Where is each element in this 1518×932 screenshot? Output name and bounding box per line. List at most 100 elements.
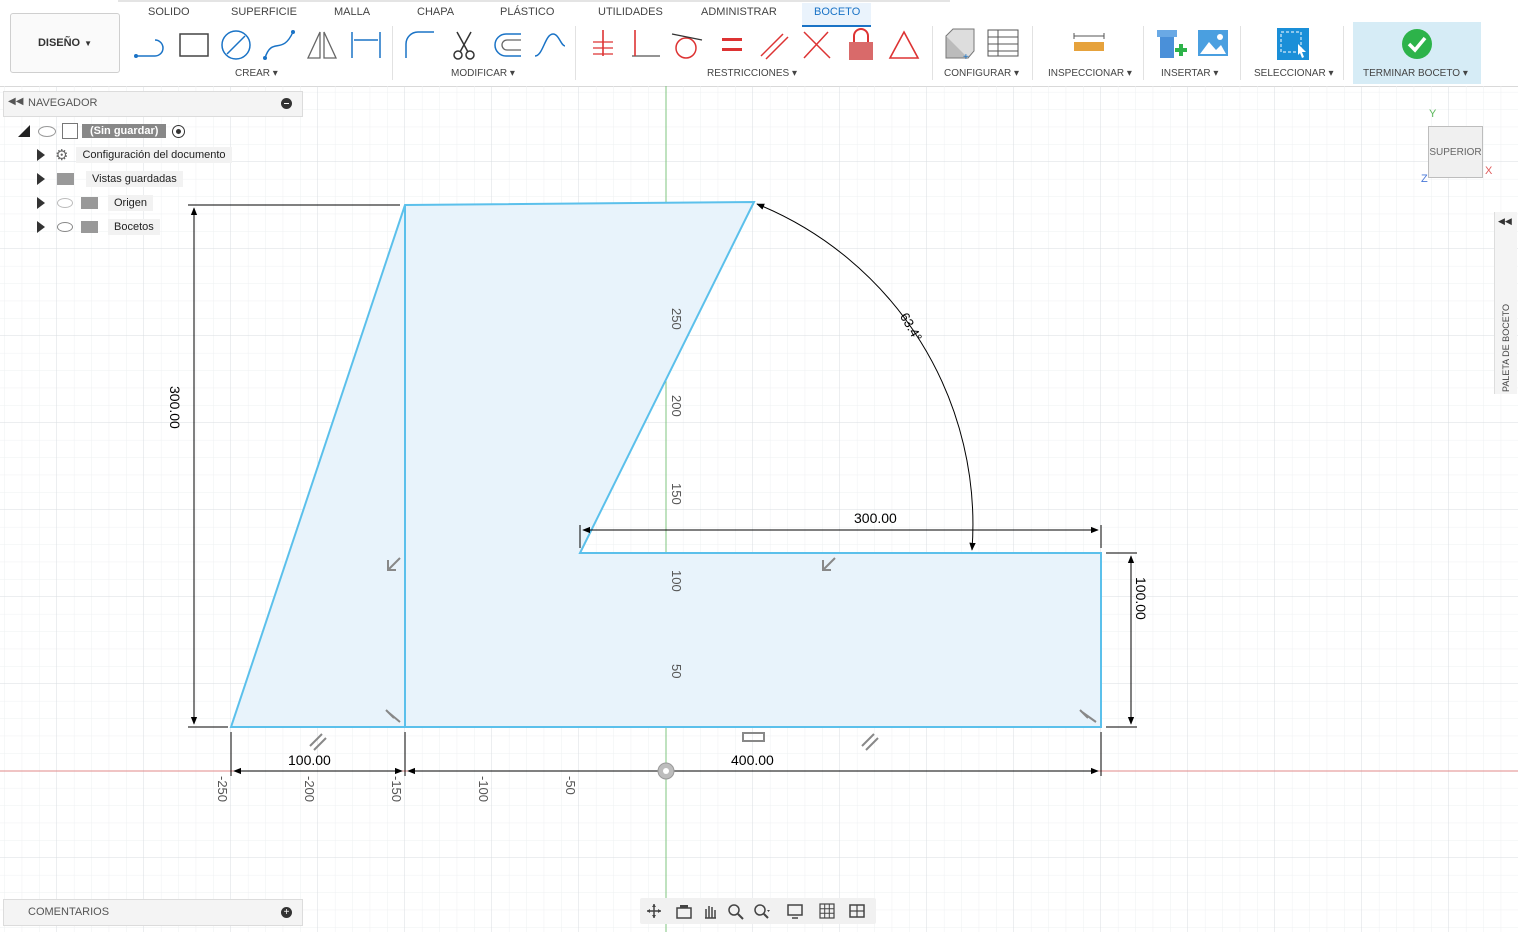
orbit-icon[interactable] [644, 902, 664, 920]
dimension-bottom-left[interactable]: 100.00 [288, 752, 331, 768]
toolbar-separator [932, 26, 933, 80]
group-crear[interactable]: CREAR ▾ [235, 68, 278, 79]
measure-ruler-icon[interactable] [1072, 26, 1106, 64]
select-window-icon[interactable] [1276, 26, 1310, 64]
group-insertar[interactable]: INSERTAR ▾ [1161, 68, 1218, 79]
finish-sketch-text: TERMINAR BOCETO [1363, 68, 1461, 79]
navigation-bar [640, 898, 876, 924]
tree-item-saved-views[interactable]: Vistas guardadas [37, 169, 183, 189]
root-label[interactable]: (Sin guardar) [82, 124, 167, 138]
mirror-tool-icon[interactable] [305, 26, 339, 64]
finish-sketch-button[interactable]: TERMINAR BOCETO ▾ [1353, 22, 1481, 84]
tab-solido[interactable]: SOLIDO [148, 6, 190, 18]
expand-arrow-icon[interactable] [37, 197, 45, 209]
visibility-eye-icon[interactable] [57, 222, 73, 232]
minus-glyph [284, 103, 289, 104]
insert-image-icon[interactable] [1196, 26, 1230, 64]
dimension-height-left[interactable]: 300.00 [167, 386, 183, 429]
dimension-right-height[interactable]: 100.00 [1133, 577, 1149, 620]
tree-label: Configuración del documento [76, 147, 232, 163]
expand-arrow-icon[interactable] [37, 149, 45, 161]
toolbar-separator [392, 26, 393, 80]
expand-arrow-icon[interactable] [37, 221, 45, 233]
folder-icon [81, 197, 98, 209]
comments-panel[interactable]: COMENTARIOS + [3, 899, 303, 926]
tab-chapa[interactable]: CHAPA [417, 6, 454, 18]
line-tool-icon[interactable] [133, 26, 167, 64]
sketch-palette-label: PALETA DE BOCETO [1501, 303, 1511, 392]
ruler-x-250: -250 [215, 776, 230, 803]
tab-boceto[interactable]: BOCETO [814, 6, 860, 18]
ruler-y-150: 150 [669, 483, 684, 505]
group-configurar[interactable]: CONFIGURAR ▾ [944, 68, 1019, 79]
collapse-panel-icon[interactable]: ◀◀ [8, 96, 23, 107]
fix-constraint-lock-icon[interactable] [844, 26, 878, 64]
tree-item-origin[interactable]: Origen [37, 193, 154, 213]
group-modificar[interactable]: MODIFICAR ▾ [451, 68, 515, 79]
tree-item-document-settings[interactable]: ⚙ Configuración del documento [37, 145, 232, 165]
fit-view-icon[interactable] [752, 902, 772, 920]
zoom-icon[interactable] [726, 902, 746, 920]
browser-panel-header[interactable]: ◀◀ NAVEGADOR [3, 91, 303, 117]
configure-box-icon[interactable]: + [943, 26, 977, 64]
ruler-y-100: 100 [669, 570, 684, 592]
tab-plastico[interactable]: PLÁSTICO [500, 6, 554, 18]
grid-settings-icon[interactable] [818, 902, 838, 920]
add-comment-icon[interactable]: + [281, 907, 292, 918]
equal-constraint-icon[interactable] [715, 26, 749, 64]
tab-utilidades[interactable]: UTILIDADES [598, 6, 663, 18]
comments-title: COMENTARIOS [28, 906, 110, 918]
offset-tool-icon[interactable] [490, 26, 524, 64]
toolbar: SOLIDO SUPERFICIE MALLA CHAPA PLÁSTICO U… [0, 0, 1518, 87]
sketch-canvas[interactable]: 300.00 300.00 100.00 100.00 400.00 63.4°… [0, 86, 1518, 932]
hidden-eye-icon[interactable] [57, 198, 73, 208]
group-seleccionar[interactable]: SELECCIONAR ▾ [1254, 68, 1334, 79]
viewcube-y-label: Y [1429, 108, 1437, 120]
spline-tool-icon[interactable] [262, 26, 296, 64]
ruler-y-50: 50 [669, 664, 684, 679]
trim-tool-icon[interactable] [447, 26, 481, 64]
expand-arrow-icon[interactable] [37, 173, 45, 185]
tab-superficie[interactable]: SUPERFICIE [231, 6, 297, 18]
group-seleccionar-label: SELECCIONAR [1254, 68, 1326, 79]
perpendicular-constraint-icon[interactable] [800, 26, 834, 64]
pan-hand-icon[interactable] [700, 902, 720, 920]
svg-text:+: + [963, 52, 969, 63]
symmetry-constraint-icon[interactable] [887, 26, 921, 64]
group-restricciones[interactable]: RESTRICCIONES ▾ [707, 68, 797, 79]
activate-radio-icon[interactable] [172, 124, 186, 138]
viewcube-z-label: Z [1421, 173, 1428, 185]
visibility-eye-icon[interactable] [38, 125, 56, 137]
coincident-constraint-icon[interactable] [629, 26, 663, 64]
viewcube[interactable]: SUPERIOR [1428, 126, 1483, 178]
tab-malla[interactable]: MALLA [334, 6, 370, 18]
tab-administrar[interactable]: ADMINISTRAR [701, 6, 777, 18]
dimension-top-width[interactable]: 300.00 [854, 510, 897, 526]
ruler-x-200: -200 [302, 776, 317, 803]
parameters-table-icon[interactable] [986, 26, 1020, 64]
tangent-constraint-icon[interactable] [670, 26, 704, 64]
sketch-palette-tab[interactable]: ◀◀ PALETA DE BOCETO [1494, 212, 1517, 394]
tree-root[interactable]: (Sin guardar) [18, 121, 186, 141]
ruler-y-200: 200 [669, 395, 684, 417]
rectangle-tool-icon[interactable] [177, 26, 211, 64]
dimension-tool-icon[interactable] [349, 26, 383, 64]
expand-palette-icon[interactable]: ◀◀ [1498, 216, 1512, 227]
expand-triangle-icon[interactable] [18, 125, 30, 137]
parallel-constraint-icon[interactable] [757, 26, 791, 64]
ruler-y-250: 250 [669, 308, 684, 330]
horizontal-vertical-constraint-icon[interactable] [587, 26, 621, 64]
dimension-bottom-right[interactable]: 400.00 [731, 752, 774, 768]
sketch-drawing [0, 86, 1518, 932]
insert-component-icon[interactable] [1155, 26, 1189, 64]
tree-item-sketches[interactable]: Bocetos [37, 217, 160, 237]
conic-tool-icon[interactable] [533, 26, 567, 64]
group-inspeccionar[interactable]: INSPECCIONAR ▾ [1048, 68, 1132, 79]
viewports-icon[interactable] [848, 902, 868, 920]
workspace-switcher[interactable]: DISEÑO ▼ [10, 13, 120, 73]
display-settings-icon[interactable] [786, 902, 806, 920]
fillet-tool-icon[interactable] [403, 26, 437, 64]
look-at-icon[interactable] [674, 902, 694, 920]
circle-tool-icon[interactable] [219, 26, 253, 64]
gear-icon: ⚙ [55, 147, 69, 164]
